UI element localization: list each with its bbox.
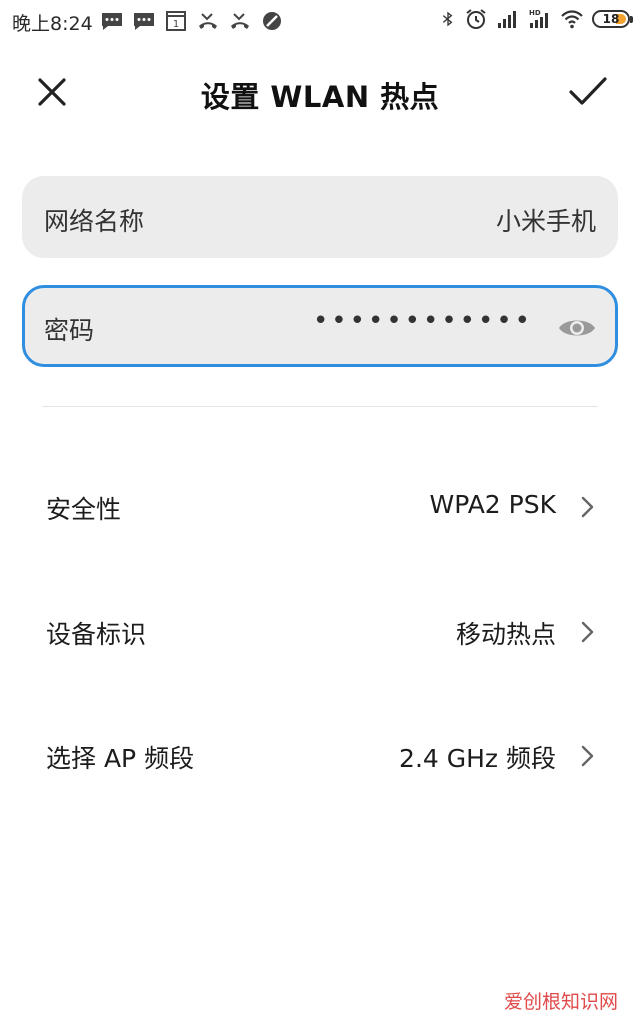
network-name-label: 网络名称 <box>44 207 145 236</box>
network-name-value[interactable]: 小米手机 <box>496 202 596 238</box>
svg-text:1: 1 <box>173 19 179 30</box>
eye-icon <box>559 320 595 336</box>
password-field[interactable]: 密码 •••••••••••• <box>22 285 618 367</box>
ap-band-setting-row[interactable]: 选择 AP 频段 2.4 GHz 频段 <box>0 715 640 795</box>
ap-band-label: 选择 AP 频段 <box>46 744 195 773</box>
notification-icons: 1 <box>100 10 284 32</box>
system-icons: HD 18 <box>440 8 633 30</box>
page-title: 设置 WLAN 热点 <box>200 80 440 114</box>
chevron-right-icon <box>581 745 594 767</box>
missed-call-icon <box>199 13 217 29</box>
security-setting-row[interactable]: 安全性 WPA2 PSK <box>0 466 640 546</box>
device-id-label: 设备标识 <box>46 620 147 649</box>
missed-call-icon <box>231 13 249 29</box>
message-icon <box>102 13 122 30</box>
battery-level: 18 <box>602 12 620 26</box>
status-time: 晚上8:24 <box>12 13 93 35</box>
chevron-right-icon <box>581 621 594 643</box>
status-bar: 晚上8:24 1 HD 18 <box>0 0 640 42</box>
confirm-button[interactable] <box>566 70 610 114</box>
bluetooth-icon <box>442 11 453 27</box>
signal-icon <box>498 11 516 28</box>
calendar-icon: 1 <box>166 11 186 31</box>
message-icon <box>134 13 154 30</box>
dnd-icon <box>263 12 281 30</box>
svg-text:HD: HD <box>529 9 541 17</box>
title-bar: 设置 WLAN 热点 <box>0 62 640 122</box>
password-label: 密码 <box>44 316 95 345</box>
show-password-button[interactable] <box>557 308 597 348</box>
device-id-value: 移动热点 <box>455 620 556 649</box>
ap-band-value: 2.4 GHz 频段 <box>399 744 556 773</box>
security-label: 安全性 <box>46 495 122 524</box>
device-id-setting-row[interactable]: 设备标识 移动热点 <box>0 591 640 671</box>
wifi-icon <box>561 10 583 29</box>
watermark: 爱创根知识网 <box>503 991 618 1013</box>
hd-signal-icon: HD <box>529 9 548 28</box>
section-divider <box>42 406 598 407</box>
chevron-right-icon <box>581 496 594 518</box>
alarm-icon <box>466 9 486 29</box>
security-value: WPA2 PSK <box>429 490 557 519</box>
network-name-field[interactable]: 网络名称 小米手机 <box>22 176 618 258</box>
checkmark-icon <box>569 77 607 105</box>
password-input[interactable]: •••••••••••• <box>313 306 533 336</box>
battery-icon: 18 <box>592 10 633 28</box>
